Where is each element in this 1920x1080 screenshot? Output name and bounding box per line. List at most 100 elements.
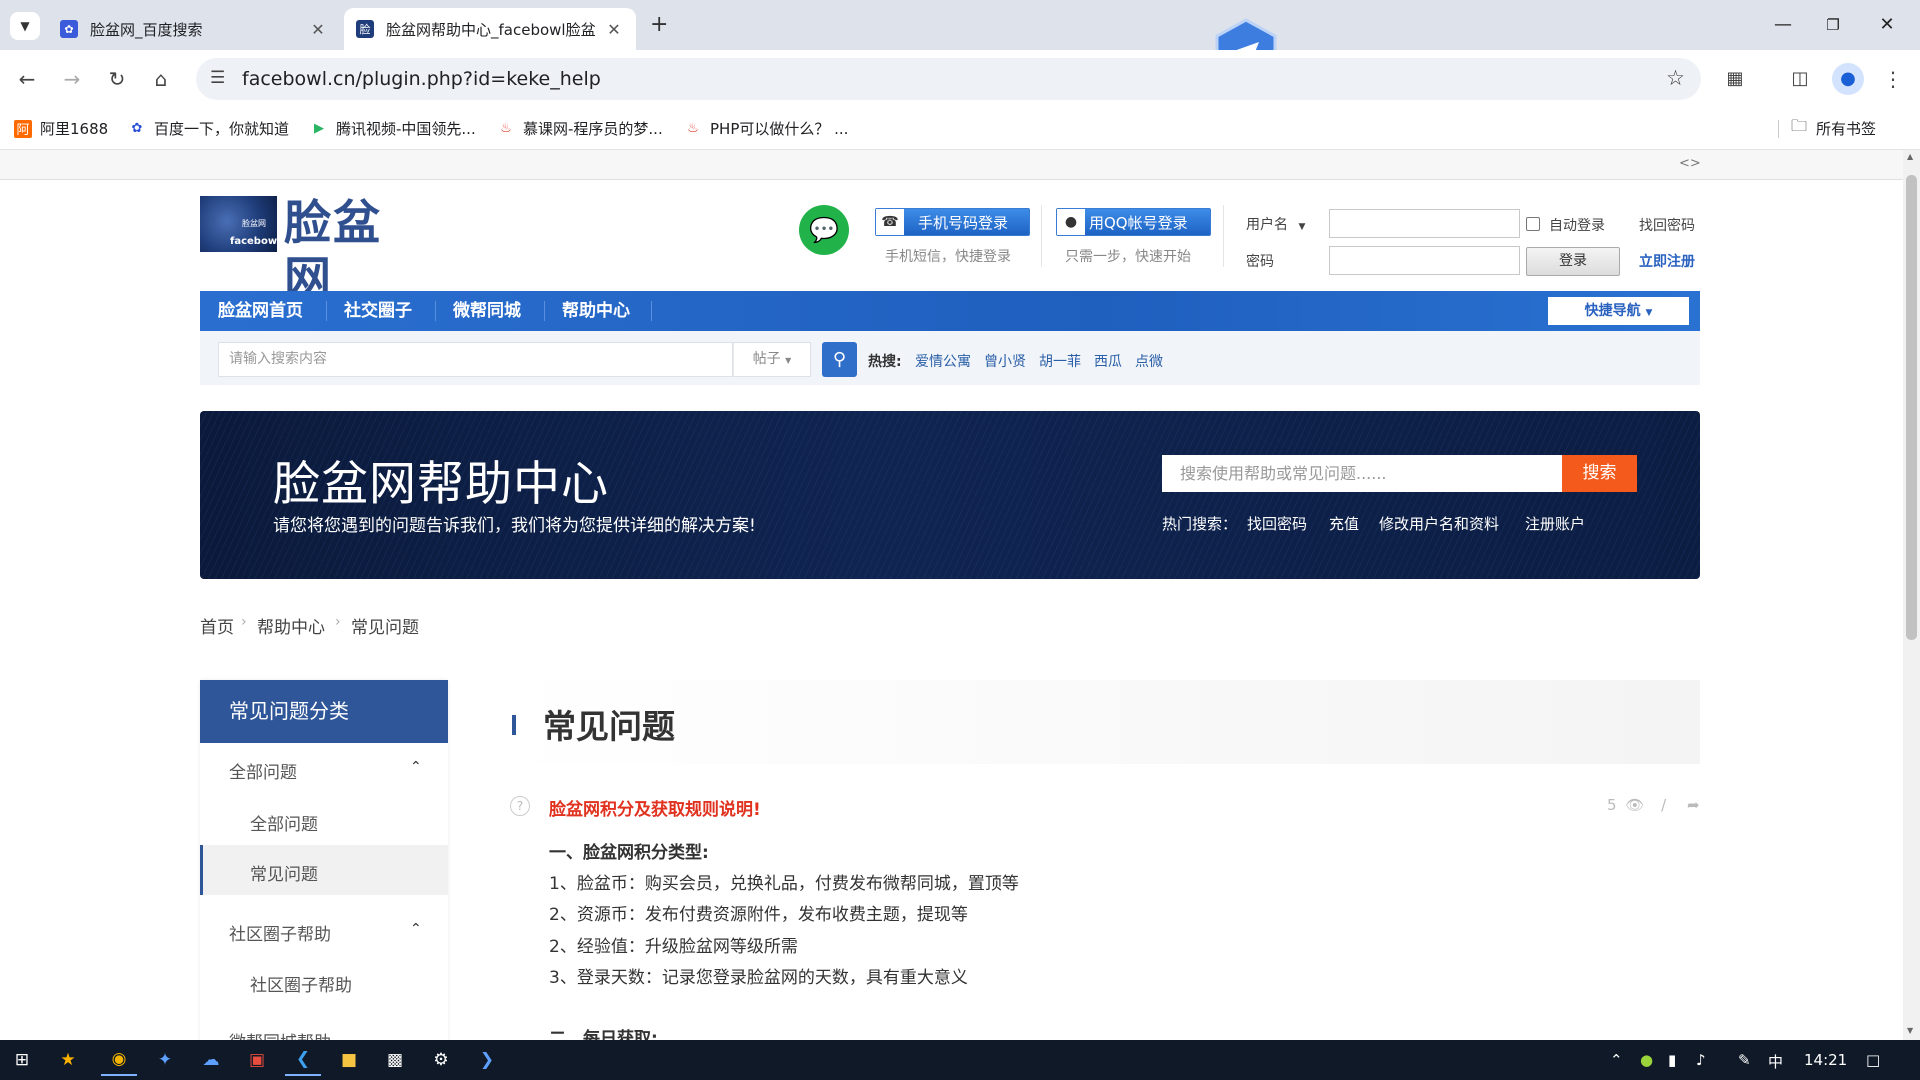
vscode-icon[interactable]: ❮ bbox=[285, 1044, 321, 1076]
site-logo[interactable]: 脸盆网 facebowl 脸盆网 bbox=[200, 196, 430, 307]
all-bookmarks[interactable]: 🗀 所有书签 bbox=[1778, 116, 1876, 139]
find-password-link[interactable]: 找回密码 bbox=[1639, 215, 1695, 235]
bird-app-icon[interactable]: ✦ bbox=[147, 1044, 183, 1076]
scroll-down-icon[interactable]: ▼ bbox=[1907, 1026, 1913, 1035]
divider bbox=[1041, 205, 1042, 267]
hot-word[interactable]: 点微 bbox=[1135, 351, 1163, 371]
extensions-puzzle-icon[interactable]: ▦ bbox=[1720, 64, 1750, 94]
sidebar-item-faq[interactable]: 常见问题 bbox=[250, 860, 318, 885]
search-input[interactable]: 请输入搜索内容 bbox=[218, 342, 733, 377]
app-star-icon[interactable]: ★ bbox=[50, 1044, 86, 1076]
hot-word[interactable]: 胡一菲 bbox=[1039, 351, 1081, 371]
terminal-icon[interactable]: ▩ bbox=[377, 1044, 413, 1076]
new-tab-button[interactable]: + bbox=[650, 12, 674, 38]
red-app-icon[interactable]: ▣ bbox=[239, 1044, 275, 1076]
username-input[interactable] bbox=[1329, 209, 1520, 238]
close-window-icon[interactable]: ✕ bbox=[1872, 12, 1902, 38]
search-type-select[interactable]: 帖子 ▼ bbox=[733, 342, 811, 377]
help-search-button[interactable]: 搜索 bbox=[1562, 455, 1637, 492]
clock[interactable]: 14:21 bbox=[1804, 1051, 1847, 1069]
qq-login-button[interactable]: ● 用QQ帐号登录 bbox=[1056, 208, 1211, 236]
login-button[interactable]: 登录 bbox=[1526, 247, 1620, 276]
close-tab-icon[interactable]: ✕ bbox=[604, 20, 624, 39]
search-icon[interactable]: ⚲ bbox=[822, 342, 857, 377]
reload-icon[interactable]: ↻ bbox=[102, 64, 132, 94]
bookmark-star-icon[interactable]: ☆ bbox=[1666, 66, 1685, 90]
chevron-up-icon[interactable]: ⌃ bbox=[1610, 1051, 1623, 1069]
ime-indicator[interactable]: 中 bbox=[1768, 1051, 1783, 1072]
code-toggle-icon[interactable]: <> bbox=[1679, 156, 1701, 171]
windows-taskbar: ⊞ ★ ◉ ✦ ☁ ▣ ❮ ■ ▩ ⚙ ❯ ⌃ ● ▮ ♪ ✎ 中 14:21 … bbox=[0, 1040, 1920, 1080]
url-text[interactable]: facebowl.cn/plugin.php?id=keke_help bbox=[242, 68, 601, 90]
hot-search-label: 热搜: bbox=[868, 354, 902, 370]
bookmark-baidu[interactable]: ✿ 百度一下，你就知道 bbox=[128, 118, 289, 139]
forward-icon[interactable]: → bbox=[57, 64, 87, 94]
hot-word[interactable]: 西瓜 bbox=[1094, 351, 1122, 371]
nav-city[interactable]: 微帮同城 bbox=[453, 291, 521, 331]
windows-start-icon[interactable]: ⊞ bbox=[4, 1044, 40, 1076]
sidebar-group-community[interactable]: 社区圈子帮助 bbox=[229, 920, 331, 945]
chevron-up-icon[interactable]: ⌃ bbox=[410, 921, 422, 937]
close-tab-icon[interactable]: ✕ bbox=[308, 20, 328, 39]
banner-hot-item[interactable]: 充值 bbox=[1329, 513, 1359, 534]
nav-help[interactable]: 帮助中心 bbox=[562, 291, 630, 331]
help-search-input[interactable]: 搜索使用帮助或常见问题...... bbox=[1162, 455, 1562, 492]
nav-home[interactable]: 脸盆网首页 bbox=[218, 291, 303, 331]
bookmark-php[interactable]: ♨ PHP可以做什么？ ... bbox=[684, 118, 848, 139]
register-link[interactable]: 立即注册 bbox=[1639, 251, 1695, 271]
bookmark-1688[interactable]: 阿 阿里1688 bbox=[14, 118, 108, 139]
sidebar-group-all[interactable]: 全部问题 bbox=[229, 758, 297, 783]
profile-avatar[interactable]: ● bbox=[1832, 63, 1864, 95]
breadcrumb-home[interactable]: 首页 bbox=[200, 613, 234, 638]
home-icon[interactable]: ⌂ bbox=[146, 64, 176, 94]
cloud-icon[interactable]: ☁ bbox=[193, 1044, 229, 1076]
banner-hot-item[interactable]: 注册账户 bbox=[1525, 513, 1585, 534]
nav-social[interactable]: 社交圈子 bbox=[344, 291, 412, 331]
logo-small-top: 脸盆网 bbox=[242, 219, 266, 228]
bookmark-tencent-video[interactable]: ▶ 腾讯视频-中国领先... bbox=[310, 118, 476, 139]
battery-icon: ▮ bbox=[1668, 1051, 1677, 1069]
phone-login-button[interactable]: ☎ 手机号码登录 bbox=[875, 208, 1030, 236]
tray-app-icon[interactable]: ● bbox=[1640, 1051, 1653, 1069]
folder-icon[interactable]: ■ bbox=[331, 1044, 367, 1076]
hot-word[interactable]: 爱情公寓 bbox=[915, 351, 971, 371]
scroll-up-icon[interactable]: ▲ bbox=[1907, 152, 1913, 161]
sidebar-item-all[interactable]: 全部问题 bbox=[250, 810, 318, 835]
scrollbar-thumb[interactable] bbox=[1906, 175, 1917, 640]
back-icon[interactable]: ← bbox=[12, 64, 42, 94]
hot-word[interactable]: 曾小贤 bbox=[984, 351, 1026, 371]
bookmark-imooc[interactable]: ♨ 慕课网-程序员的梦... bbox=[497, 118, 663, 139]
quick-nav-button[interactable]: 快捷导航 ▼ bbox=[1548, 297, 1689, 325]
settings-gear-icon[interactable]: ⚙ bbox=[423, 1044, 459, 1076]
chevron-right-icon: › bbox=[241, 614, 247, 630]
divider bbox=[326, 301, 327, 321]
volume-icon[interactable]: ♪ bbox=[1696, 1051, 1706, 1069]
banner-hot-item[interactable]: 找回密码 bbox=[1247, 513, 1307, 534]
tab-search-button[interactable]: ▼ bbox=[10, 12, 40, 40]
username-label[interactable]: 用户名 ▼ bbox=[1246, 214, 1305, 234]
menu-kebab-icon[interactable]: ⋮ bbox=[1878, 64, 1908, 94]
tab-baidu-search[interactable]: ✿ 脸盆网_百度搜索 ✕ bbox=[48, 8, 340, 50]
chevron-up-icon[interactable]: ⌃ bbox=[410, 759, 422, 775]
minimize-icon[interactable]: — bbox=[1768, 12, 1798, 38]
chevron-right-icon: › bbox=[335, 614, 341, 630]
breadcrumb-help[interactable]: 帮助中心 bbox=[257, 613, 325, 638]
auto-login-checkbox[interactable] bbox=[1526, 217, 1540, 231]
banner-hot-item[interactable]: 修改用户名和资料 bbox=[1379, 513, 1499, 534]
pen-icon[interactable]: ✎ bbox=[1738, 1051, 1751, 1069]
side-panel-icon[interactable]: ◫ bbox=[1785, 64, 1815, 94]
powershell-icon[interactable]: ❯ bbox=[469, 1044, 505, 1076]
question-title[interactable]: 脸盆网积分及获取规则说明! bbox=[549, 795, 761, 820]
notification-icon[interactable]: □ bbox=[1866, 1051, 1880, 1069]
password-input[interactable] bbox=[1329, 246, 1520, 275]
auto-login-label[interactable]: 自动登录 bbox=[1549, 215, 1605, 235]
share-icon[interactable]: ➦ bbox=[1687, 796, 1700, 814]
site-info-icon[interactable]: ☰ bbox=[210, 68, 225, 88]
address-bar[interactable]: ☰ facebowl.cn/plugin.php?id=keke_help ☆ bbox=[196, 58, 1701, 100]
restore-icon[interactable]: ❐ bbox=[1818, 12, 1848, 38]
password-label: 密码 bbox=[1246, 254, 1274, 270]
sidebar-item-community[interactable]: 社区圈子帮助 bbox=[250, 971, 352, 996]
chrome-icon[interactable]: ◉ bbox=[101, 1044, 137, 1076]
wechat-login-icon[interactable]: 💬 bbox=[799, 205, 849, 255]
tab-help-center[interactable]: 脸 脸盆网帮助中心_facebowl脸盆 ✕ bbox=[344, 8, 636, 50]
